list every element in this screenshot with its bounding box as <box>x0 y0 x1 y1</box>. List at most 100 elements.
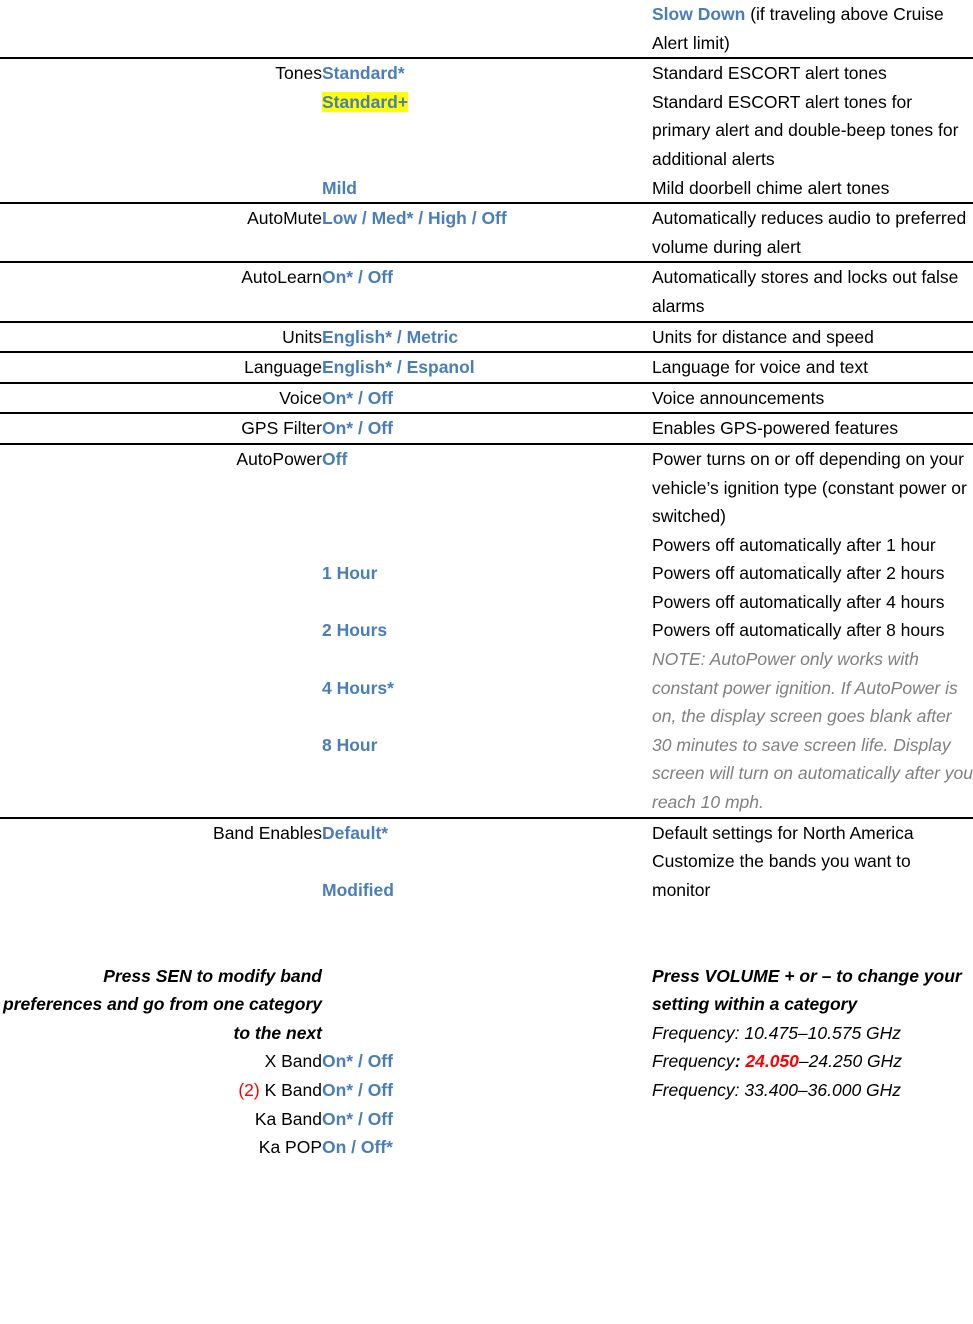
description-cruise-alert: Slow Down (if traveling above Cruise Ale… <box>652 0 973 60</box>
option-voice[interactable]: On* / Off <box>322 382 652 415</box>
description-tones-standard: Standard ESCORT alert tones <box>652 63 887 84</box>
option-ka-pop[interactable]: On / Off* <box>322 1133 652 1162</box>
autopower-spacer-4 <box>322 588 652 617</box>
band-enables-options-cell: Default* Modified On* / Off On* / Off On… <box>322 818 652 1162</box>
settings-reference-table: Slow Down (if traveling above Cruise Ale… <box>0 0 973 1162</box>
option-autopower-off[interactable]: Off <box>322 445 652 474</box>
description-autolearn: Automatically stores and locks out false… <box>652 262 973 323</box>
description-gps-filter: Enables GPS-powered features <box>652 413 973 445</box>
description-automute: Automatically reduces audio to preferred… <box>652 203 973 264</box>
instruction-press-sen: Press SEN to modify band preferences and… <box>3 965 322 1043</box>
setting-label-units: Units <box>0 321 322 354</box>
description-units: Units for distance and speed <box>652 321 973 354</box>
table-row-gps-filter: GPS Filter On* / Off Enables GPS-powered… <box>0 413 973 445</box>
setting-label-automute: AutoMute <box>0 203 322 264</box>
autopower-spacer-5 <box>322 645 652 674</box>
frequency-x-band-label: Frequency: <box>652 1022 745 1043</box>
option-cell-autopower: Off 1 Hour 2 Hours 4 Hours* 8 Hour <box>322 443 652 819</box>
band-label-ka-band-text: Ka Band <box>254 1108 322 1129</box>
band-spacer-1 <box>0 847 322 876</box>
description-autopower-1-hour: Powers off automatically after 1 hour <box>652 534 936 555</box>
tones-spacer-2 <box>322 145 652 174</box>
band-opt-spacer-1 <box>322 847 652 876</box>
autopower-spacer-2 <box>322 502 652 531</box>
frequency-k-band-label: Frequency <box>652 1051 735 1072</box>
option-cell-tones: Standard* Standard+ Mild <box>322 58 652 205</box>
band-enables-description-cell: Default settings for North America Custo… <box>652 818 973 1162</box>
description-tones-standard-plus: Standard ESCORT alert tones for primary … <box>652 91 959 169</box>
option-tones-standard[interactable]: Standard* <box>322 59 652 88</box>
instruction-press-volume: Press VOLUME + or – to change your setti… <box>652 965 962 1015</box>
band-spacer-3 <box>0 904 322 933</box>
band-row-label-k-band: (2) K Band <box>0 1076 322 1105</box>
band-spacer-2 <box>0 876 322 905</box>
note-autopower: NOTE: AutoPower only works with constant… <box>652 649 973 813</box>
band-label-x-band-text: X Band <box>264 1051 322 1072</box>
option-autopower-1-hour[interactable]: 1 Hour <box>322 559 652 588</box>
option-units[interactable]: English* / Metric <box>322 321 652 354</box>
band-desc-spacer-2 <box>652 933 973 962</box>
description-autopower-2-hours: Powers off automatically after 2 hours <box>652 563 945 584</box>
band-opt-spacer-6 <box>322 1019 652 1048</box>
option-band-enables-modified[interactable]: Modified <box>322 876 652 905</box>
table-row-automute: AutoMute Low / Med* / High / Off Automat… <box>0 203 973 264</box>
band-row-label-x-band: X Band <box>0 1047 322 1076</box>
option-automute[interactable]: Low / Med* / High / Off <box>322 203 652 264</box>
setting-label-language: Language <box>0 352 322 384</box>
description-autopower-8-hour: Powers off automatically after 8 hours <box>652 620 945 641</box>
description-tones-mild: Mild doorbell chime alert tones <box>652 177 890 198</box>
slow-down-term: Slow Down <box>652 4 746 24</box>
option-autolearn[interactable]: On* / Off <box>322 262 652 323</box>
autopower-spacer-3 <box>322 531 652 560</box>
setting-label-empty <box>0 0 322 60</box>
option-band-enables-default[interactable]: Default* <box>322 819 652 848</box>
option-k-band[interactable]: On* / Off <box>322 1076 652 1105</box>
setting-label-voice: Voice <box>0 382 322 415</box>
autopower-spacer-1 <box>322 474 652 503</box>
option-tones-standard-plus[interactable]: Standard+ <box>322 88 652 117</box>
band-row-label-ka-band: Ka Band <box>0 1105 322 1134</box>
table-row-band-enables: Band Enables Press SEN to modify band pr… <box>0 818 973 1162</box>
band-opt-spacer-4 <box>322 962 652 991</box>
band-label-k-band-text: K Band <box>264 1079 322 1100</box>
option-ka-band[interactable]: On* / Off <box>322 1105 652 1134</box>
description-band-enables-default: Default settings for North America <box>652 822 914 843</box>
table-row-tones: Tones Standard* Standard+ Mild Standard … <box>0 58 973 205</box>
band-desc-spacer-1 <box>652 904 973 933</box>
option-language[interactable]: English* / Espanol <box>322 352 652 384</box>
setting-label-autolearn: AutoLearn <box>0 262 322 323</box>
frequency-k-band-colon: : <box>734 1051 746 1072</box>
tones-spacer-1 <box>322 116 652 145</box>
table-row-units: Units English* / Metric Units for distan… <box>0 321 973 354</box>
frequency-k-band-value: –24.250 GHz <box>798 1051 903 1072</box>
option-autopower-8-hour[interactable]: 8 Hour <box>322 731 652 760</box>
setting-label-band-enables: Band Enables <box>213 822 322 843</box>
band-spacer-4 <box>0 933 322 962</box>
autopower-spacer-6 <box>322 702 652 731</box>
band-opt-spacer-5 <box>322 990 652 1019</box>
band-label-ka-pop-text: Ka POP <box>258 1137 322 1158</box>
table-row-autolearn: AutoLearn On* / Off Automatically stores… <box>0 262 973 323</box>
setting-label-autopower: AutoPower <box>0 443 322 819</box>
description-cell-tones: Standard ESCORT alert tones Standard ESC… <box>652 58 973 205</box>
table-row-language: Language English* / Espanol Language for… <box>0 352 973 384</box>
option-tones-standard-plus-text: Standard+ <box>322 91 409 112</box>
frequency-ka-band: Frequency: 33.400–36.000 GHz <box>652 1076 973 1105</box>
frequency-k-band: Frequency: 24.050–24.250 GHz <box>652 1047 973 1076</box>
option-tones-mild[interactable]: Mild <box>322 174 652 203</box>
frequency-ka-band-label: Frequency: <box>652 1079 745 1100</box>
description-cell-autopower: Power turns on or off depending on your … <box>652 443 973 819</box>
setting-label-gps-filter: GPS Filter <box>0 413 322 445</box>
option-autopower-4-hours[interactable]: 4 Hours* <box>322 674 652 703</box>
frequency-ka-band-value: 33.400–36.000 GHz <box>744 1079 902 1100</box>
table-row-voice: Voice On* / Off Voice announcements <box>0 382 973 415</box>
frequency-k-band-lower-bound: 24.050 <box>745 1051 799 1072</box>
description-autopower-off: Power turns on or off depending on your … <box>652 448 967 527</box>
option-cell-empty <box>322 0 652 60</box>
option-x-band[interactable]: On* / Off <box>322 1047 652 1076</box>
band-row-label-ka-pop: Ka POP <box>0 1133 322 1162</box>
option-gps-filter[interactable]: On* / Off <box>322 413 652 445</box>
option-autopower-2-hours[interactable]: 2 Hours <box>322 616 652 645</box>
frequency-x-band: Frequency: 10.475–10.575 GHz <box>652 1019 973 1048</box>
description-voice: Voice announcements <box>652 382 973 415</box>
